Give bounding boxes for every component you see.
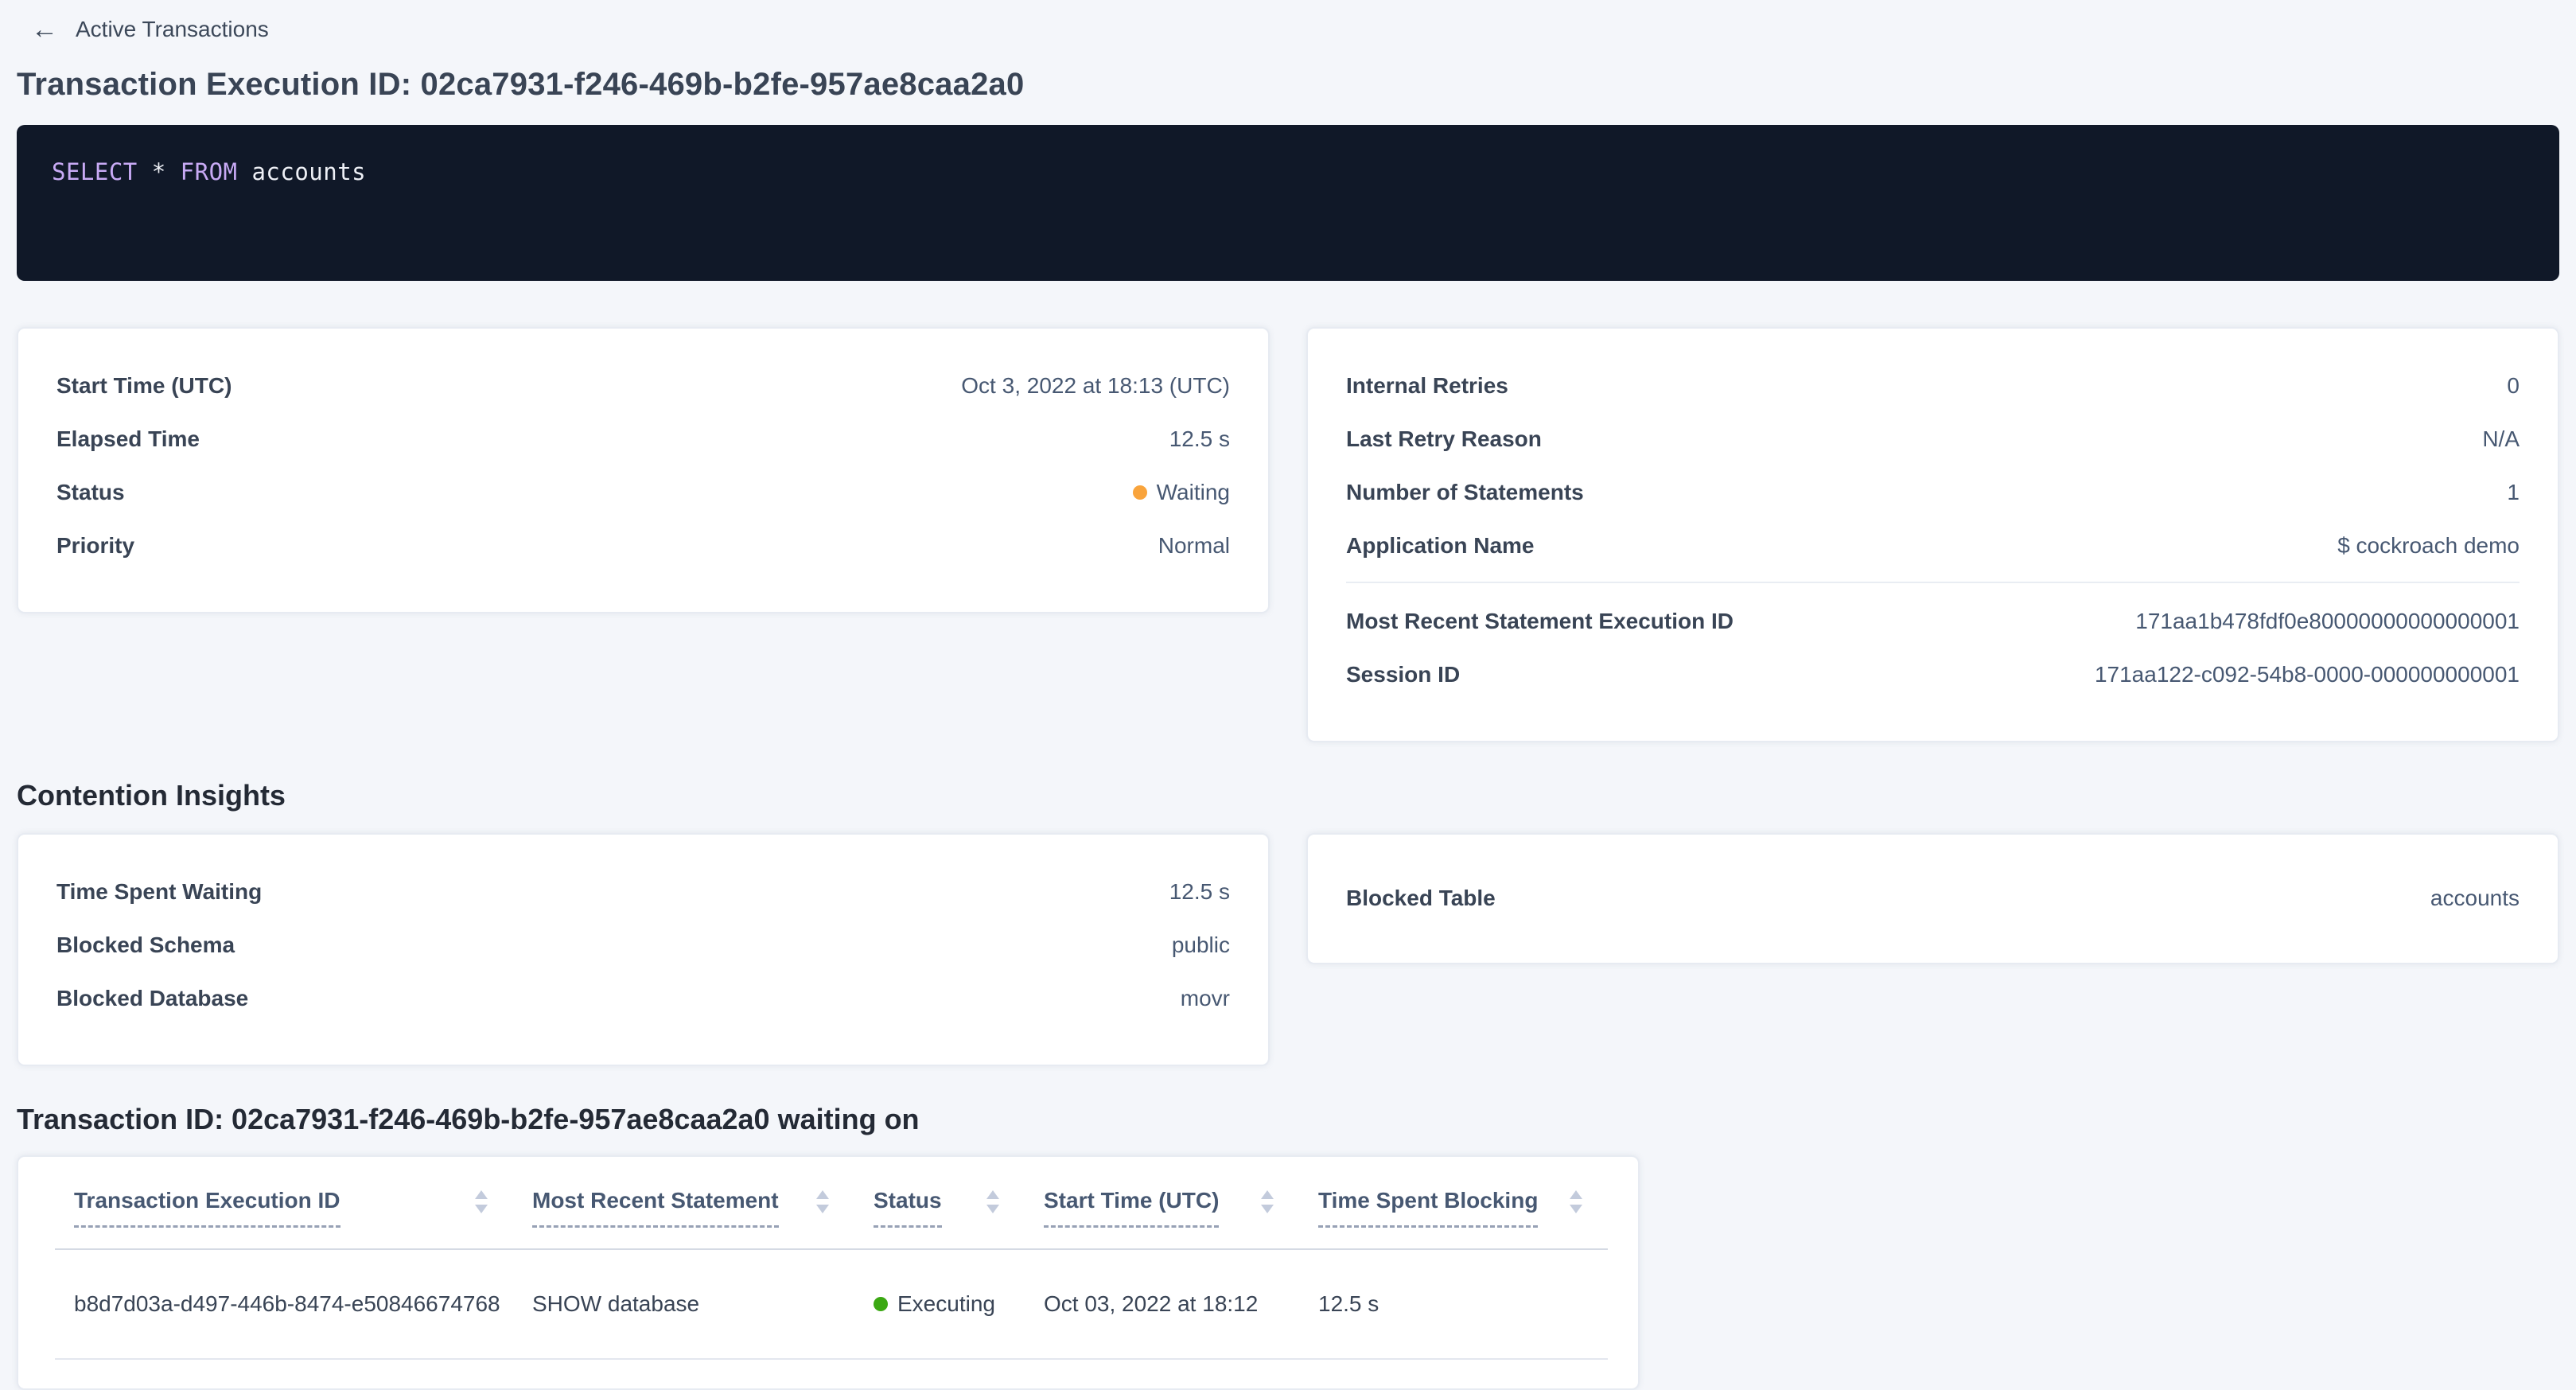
active-transaction-details-page: ← Active Transactions Transaction Execut… <box>0 0 2576 1390</box>
sort-header-start-time[interactable]: Start Time (UTC) <box>1025 1157 1299 1249</box>
status-dot-executing <box>874 1297 888 1311</box>
sort-icon[interactable] <box>986 1190 999 1213</box>
row-label: Elapsed Time <box>56 426 200 452</box>
row-label: Time Spent Waiting <box>56 879 262 905</box>
contention-right-card: Blocked Table accounts <box>1306 833 2559 964</box>
row-value: 12.5 s <box>1169 426 1230 452</box>
row-label: Blocked Table <box>1346 886 1496 911</box>
summary-cards-row: Start Time (UTC) Oct 3, 2022 at 18:13 (U… <box>17 327 2559 742</box>
session-id-link[interactable]: 171aa122-c092-54b8-0000-000000000001 <box>2095 662 2520 687</box>
cell-transaction-execution-id: b8d7d03a-d497-446b-8474-e50846674768 <box>55 1249 513 1359</box>
sql-statement-box: SELECT * FROM accounts <box>17 125 2559 281</box>
status-text: Executing <box>897 1291 995 1317</box>
page-title: Transaction Execution ID: 02ca7931-f246-… <box>17 67 2559 103</box>
row-value: 0 <box>2507 373 2520 399</box>
row-value: Normal <box>1158 533 1230 559</box>
sql-keyword: SELECT <box>52 158 138 185</box>
sql-text: accounts <box>238 158 367 185</box>
number-of-statements-row: Number of Statements 1 <box>1346 465 2520 519</box>
row-value: Oct 3, 2022 at 18:13 (UTC) <box>961 373 1230 399</box>
sql-keyword: FROM <box>181 158 238 185</box>
statement-execution-id-link[interactable]: 171aa1b478fdf0e80000000000000001 <box>2135 609 2520 634</box>
column-header-label: Most Recent Statement <box>532 1187 779 1228</box>
row-label: Blocked Database <box>56 986 248 1011</box>
blocked-table-row: Blocked Table accounts <box>1346 871 2520 925</box>
status-dot-waiting <box>1133 485 1147 500</box>
application-name-row: Application Name $ cockroach demo <box>1346 519 2520 572</box>
row-label: Application Name <box>1346 533 1534 559</box>
sort-icon[interactable] <box>1261 1190 1274 1213</box>
column-header-label: Transaction Execution ID <box>74 1187 340 1228</box>
back-link-label: Active Transactions <box>76 17 269 42</box>
status-text: Waiting <box>1157 480 1230 505</box>
blocked-database-row: Blocked Database movr <box>56 971 1230 1025</box>
time-spent-waiting-row: Time Spent Waiting 12.5 s <box>56 865 1230 918</box>
blocked-schema-row: Blocked Schema public <box>56 918 1230 971</box>
status-row: Status Waiting <box>56 465 1230 519</box>
row-value: 12.5 s <box>1169 879 1230 905</box>
table-row: b8d7d03a-d497-446b-8474-e50846674768 SHO… <box>55 1249 1608 1359</box>
cell-time-spent-blocking: 12.5 s <box>1299 1249 1608 1359</box>
waiting-on-table-card: Transaction Execution ID Most Recent Sta… <box>17 1155 1640 1390</box>
internal-retries-row: Internal Retries 0 <box>1346 359 2520 412</box>
row-label: Internal Retries <box>1346 373 1508 399</box>
sort-icon[interactable] <box>475 1190 488 1213</box>
column-header-label: Status <box>874 1187 942 1228</box>
row-value: accounts <box>2430 886 2520 911</box>
row-label: Priority <box>56 533 134 559</box>
sort-header-time-spent-blocking[interactable]: Time Spent Blocking <box>1299 1157 1608 1249</box>
details-card: Internal Retries 0 Last Retry Reason N/A… <box>1306 327 2559 742</box>
row-value: public <box>1172 933 1230 958</box>
sort-header-status[interactable]: Status <box>854 1157 1025 1249</box>
row-label: Status <box>56 480 125 505</box>
row-label: Session ID <box>1346 662 1460 687</box>
row-label: Number of Statements <box>1346 480 1584 505</box>
row-label: Blocked Schema <box>56 933 235 958</box>
overview-card: Start Time (UTC) Oct 3, 2022 at 18:13 (U… <box>17 327 1270 613</box>
statement-execution-id-row: Most Recent Statement Execution ID 171aa… <box>1346 594 2520 648</box>
contention-cards-row: Time Spent Waiting 12.5 s Blocked Schema… <box>17 833 2559 1066</box>
sql-text: * <box>138 158 181 185</box>
back-arrow-icon: ← <box>31 16 58 43</box>
sort-icon[interactable] <box>816 1190 829 1213</box>
row-value: N/A <box>2482 426 2520 452</box>
elapsed-time-row: Elapsed Time 12.5 s <box>56 412 1230 465</box>
row-value: movr <box>1181 986 1230 1011</box>
status-value: Waiting <box>1133 480 1230 505</box>
waiting-on-heading: Transaction ID: 02ca7931-f246-469b-b2fe-… <box>17 1103 2559 1136</box>
back-link[interactable]: ← Active Transactions <box>31 16 269 43</box>
last-retry-reason-row: Last Retry Reason N/A <box>1346 412 2520 465</box>
row-label: Last Retry Reason <box>1346 426 1542 452</box>
cell-most-recent-statement: SHOW database <box>513 1249 854 1359</box>
sort-header-transaction-execution-id[interactable]: Transaction Execution ID <box>55 1157 513 1249</box>
column-header-label: Start Time (UTC) <box>1044 1187 1219 1228</box>
session-id-row: Session ID 171aa122-c092-54b8-0000-00000… <box>1346 648 2520 701</box>
waiting-on-table: Transaction Execution ID Most Recent Sta… <box>55 1157 1608 1360</box>
row-value: $ cockroach demo <box>2337 533 2520 559</box>
row-label: Start Time (UTC) <box>56 373 232 399</box>
row-label: Most Recent Statement Execution ID <box>1346 609 1734 634</box>
row-value: 1 <box>2507 480 2520 505</box>
start-time-row: Start Time (UTC) Oct 3, 2022 at 18:13 (U… <box>56 359 1230 412</box>
contention-insights-heading: Contention Insights <box>17 779 2559 812</box>
sort-icon[interactable] <box>1570 1190 1582 1213</box>
cell-start-time: Oct 03, 2022 at 18:12 <box>1025 1249 1299 1359</box>
column-header-label: Time Spent Blocking <box>1318 1187 1538 1228</box>
sort-header-most-recent-statement[interactable]: Most Recent Statement <box>513 1157 854 1249</box>
contention-left-card: Time Spent Waiting 12.5 s Blocked Schema… <box>17 833 1270 1066</box>
cell-status: Executing <box>854 1249 1025 1359</box>
table-header-row: Transaction Execution ID Most Recent Sta… <box>55 1157 1608 1249</box>
priority-row: Priority Normal <box>56 519 1230 572</box>
card-divider <box>1346 582 2520 583</box>
